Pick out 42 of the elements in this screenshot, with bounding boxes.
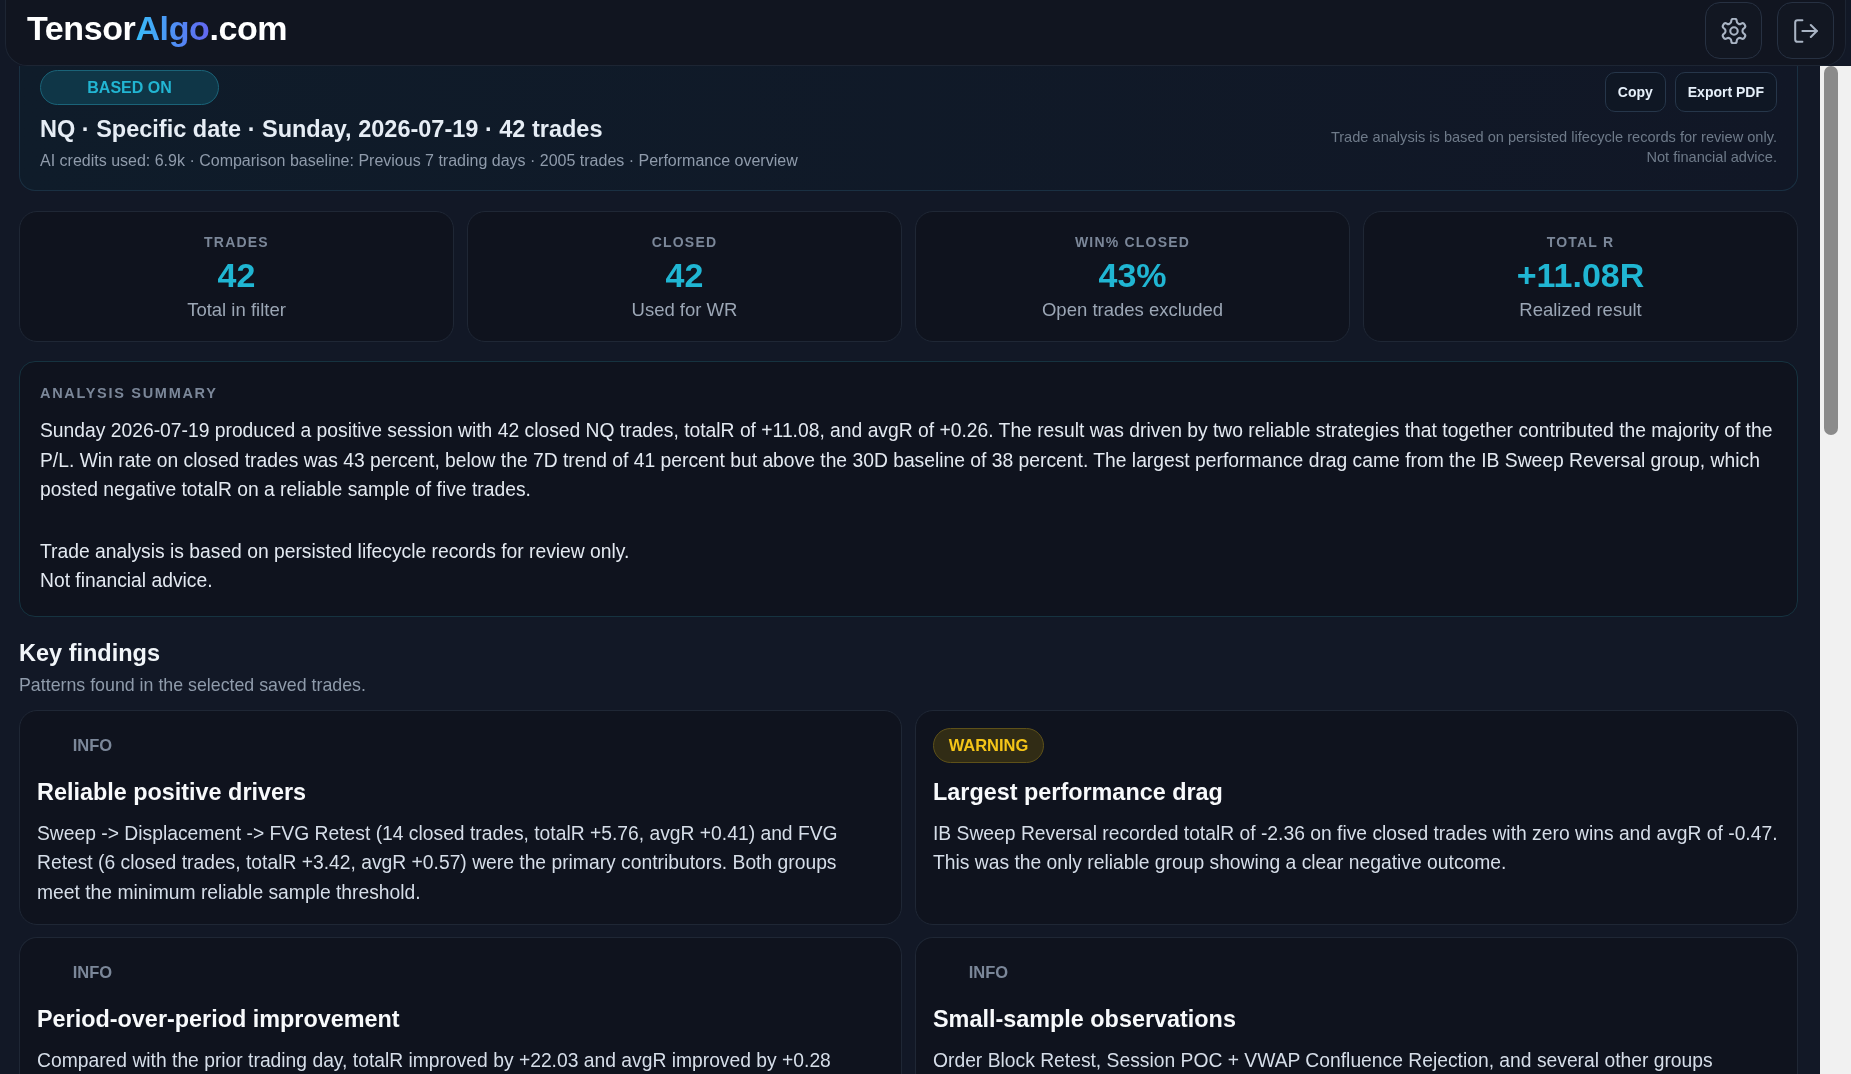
finding-text: Order Block Retest, Session POC + VWAP Confluence Rejection, and several other groups — [933, 1049, 1714, 1073]
stat-caption: Total in filter — [186, 299, 287, 321]
finding-title: Small-sample observations — [933, 1005, 1237, 1034]
stat-label: WIN% CLOSED — [1073, 233, 1192, 251]
summary-label: ANALYSIS SUMMARY — [40, 384, 219, 402]
context-meta: AI credits used: 6.9k · Comparison baseline: Previous 7 trading days · 2005 trades · Performance overview — [40, 151, 798, 171]
settings-icon — [1720, 17, 1747, 44]
summary-paragraph: Sunday 2026-07-19 produced a positive session with 42 closed NQ trades, totalR of +11.08, and avgR of +0.26. The result was driven by two reliable strategies that together contributed the majority of the P/L. Win rate on closed trades was 43 percent, below the 7D trend of 41 percent but above the 30D baseline of 38 percent. The largest performance drag came from the IB Sweep Reversal group, which posted negative totalR on a reliable sample of five trades. — [40, 419, 1774, 502]
summary-paragraph: Trade analysis is based on persisted lifecycle records for review only. Not financial advice. — [40, 539, 631, 593]
stat-value: +11.08R — [1515, 256, 1646, 294]
stat-caption: Open trades excluded — [1041, 299, 1224, 321]
logout-button[interactable] — [1777, 2, 1834, 59]
section-title: Key findings — [19, 638, 161, 667]
disclaimer-text: Trade analysis is based on persisted lifecycle records for review only. Not financial advice. — [1330, 128, 1777, 167]
section-subtitle: Patterns found in the selected saved trades. — [19, 673, 367, 696]
stat-value: 43% — [1097, 256, 1168, 294]
scrollbar-thumb[interactable] — [1824, 66, 1838, 435]
stat-label: CLOSED — [650, 233, 719, 251]
stat-caption: Used for WR — [630, 299, 739, 321]
finding-title: Reliable positive drivers — [37, 777, 308, 807]
stat-label: TOTAL R — [1545, 233, 1616, 251]
site-logo[interactable]: TensorAlgo.com — [27, 8, 288, 48]
severity-tag: INFO — [37, 955, 148, 990]
finding-title: Period-over-period improvement — [37, 1005, 401, 1034]
finding-text: Compared with the prior trading day, totalR improved by +22.03 and avgR improved by +0.28 — [37, 1049, 832, 1073]
logout-icon — [1793, 18, 1818, 43]
stat-value: 42 — [216, 256, 257, 294]
settings-button[interactable] — [1705, 2, 1762, 59]
stat-label: TRADES — [203, 233, 270, 251]
finding-text: IB Sweep Reversal recorded totalR of -2.36 on five closed trades with zero wins and avgR of -0.47. This was the only reliable group showing a clear negative outcome. — [933, 821, 1779, 875]
based-on-badge: BASED ON — [40, 70, 219, 105]
scrollbar-track[interactable] — [1820, 66, 1851, 1074]
copy-button[interactable]: Copy — [1604, 72, 1666, 112]
severity-tag: INFO — [37, 727, 148, 763]
severity-tag: INFO — [933, 955, 1044, 990]
stat-value: 42 — [664, 256, 705, 294]
stat-caption: Realized result — [1518, 299, 1643, 321]
context-title: NQ · Specific date · Sunday, 2026-07-19 · 42 trades — [40, 115, 604, 143]
export-button[interactable]: Export PDF — [1674, 72, 1777, 112]
severity-tag: WARNING — [933, 727, 1044, 763]
finding-text: Sweep -> Displacement -> FVG Retest (14 closed trades, totalR +5.76, avgR +0.41) and FVG Retest (6 closed trades, totalR +3.42, avgR +0.57) were the primary contributors. Both groups meet the minimum reliable sample threshold. — [37, 821, 839, 905]
finding-title: Largest performance drag — [933, 777, 1224, 807]
